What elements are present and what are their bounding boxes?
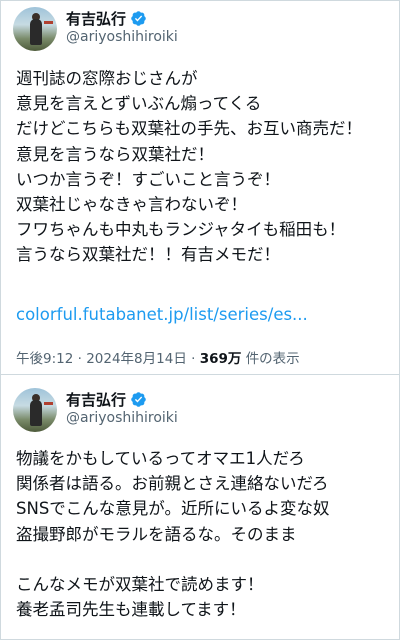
tweet-text-line: 意見を言うなら双葉社だ！ bbox=[16, 144, 214, 164]
tweet-text-line: フワちゃんも中丸もランジャタイも稲田も！ bbox=[16, 220, 346, 240]
tweet-text-line: 関係者は語る。お前親とさえ連絡ないだろ bbox=[16, 474, 329, 494]
avatar[interactable] bbox=[13, 388, 57, 432]
author-name[interactable]: 有吉弘行 bbox=[66, 389, 126, 410]
author-handle[interactable]: @ariyoshihiroiki bbox=[66, 29, 178, 45]
views-label: 件の表示 bbox=[245, 351, 300, 367]
author-name[interactable]: 有吉弘行 bbox=[66, 8, 126, 29]
author-handle[interactable]: @ariyoshihiroiki bbox=[66, 410, 178, 426]
avatar[interactable] bbox=[13, 7, 57, 51]
tweet-text-line: SNSでこんな意見が。近所にいるよ変な奴 bbox=[16, 499, 330, 519]
verified-badge-icon bbox=[131, 11, 146, 26]
views-count: 369万 bbox=[199, 351, 242, 367]
tweet-text-line: 週刊誌の窓際おじさんが bbox=[16, 69, 198, 88]
tweet-text-line: いつか言うぞ！すごいこと言うぞ！ bbox=[16, 169, 280, 189]
tweet-text-line: 盗撮野郎がモラルを語るな。そのまま bbox=[16, 524, 297, 544]
tweet-text-line: 養老孟司先生も連載してます！ bbox=[16, 600, 246, 620]
tweet-meta: 午後9:12 · 2024年8月14日 · 369万 件の表示 bbox=[16, 347, 300, 367]
tweet-text-line bbox=[16, 547, 388, 572]
tweet-1[interactable]: 有吉弘行 @ariyoshihiroiki 週刊誌の窓際おじさんが 意見を言えと… bbox=[0, 0, 400, 372]
tweet-link[interactable]: colorful.futabanet.jp/list/series/es... bbox=[16, 305, 308, 324]
tweet-text-line: こんなメモが双葉社で読めます！ bbox=[16, 574, 264, 594]
tweet-text-line: 意見を言えとずいぶん煽ってくる bbox=[16, 94, 262, 114]
verified-badge-icon bbox=[131, 392, 146, 407]
tweet-separator bbox=[0, 374, 400, 375]
tweet-text: 週刊誌の窓際おじさんが 意見を言えとずいぶん煽ってくる だけどこちらも双葉社の手… bbox=[16, 66, 388, 268]
tweet-2[interactable]: 有吉弘行 @ariyoshihiroiki 物議をかもしているってオマエ1人だろ… bbox=[0, 378, 400, 640]
tweet-text-line: 双葉社じゃなきゃ言わないぞ！ bbox=[16, 194, 247, 214]
tweet-text-line: 物議をかもしているってオマエ1人だろ bbox=[16, 449, 305, 468]
author-name-row[interactable]: 有吉弘行 bbox=[66, 389, 147, 410]
tweet-text-line: 言うなら双葉社だ！！有吉メモだ！ bbox=[16, 245, 280, 265]
tweet-text-line: だけどこちらも双葉社の手先、お互い商売だ！ bbox=[16, 119, 363, 139]
author-name-row[interactable]: 有吉弘行 bbox=[66, 8, 147, 29]
tweet-text: 物議をかもしているってオマエ1人だろ 関係者は語る。お前親とさえ連絡ないだろ S… bbox=[16, 446, 388, 622]
timestamp[interactable]: 午後9:12 · 2024年8月14日 · bbox=[16, 351, 195, 367]
